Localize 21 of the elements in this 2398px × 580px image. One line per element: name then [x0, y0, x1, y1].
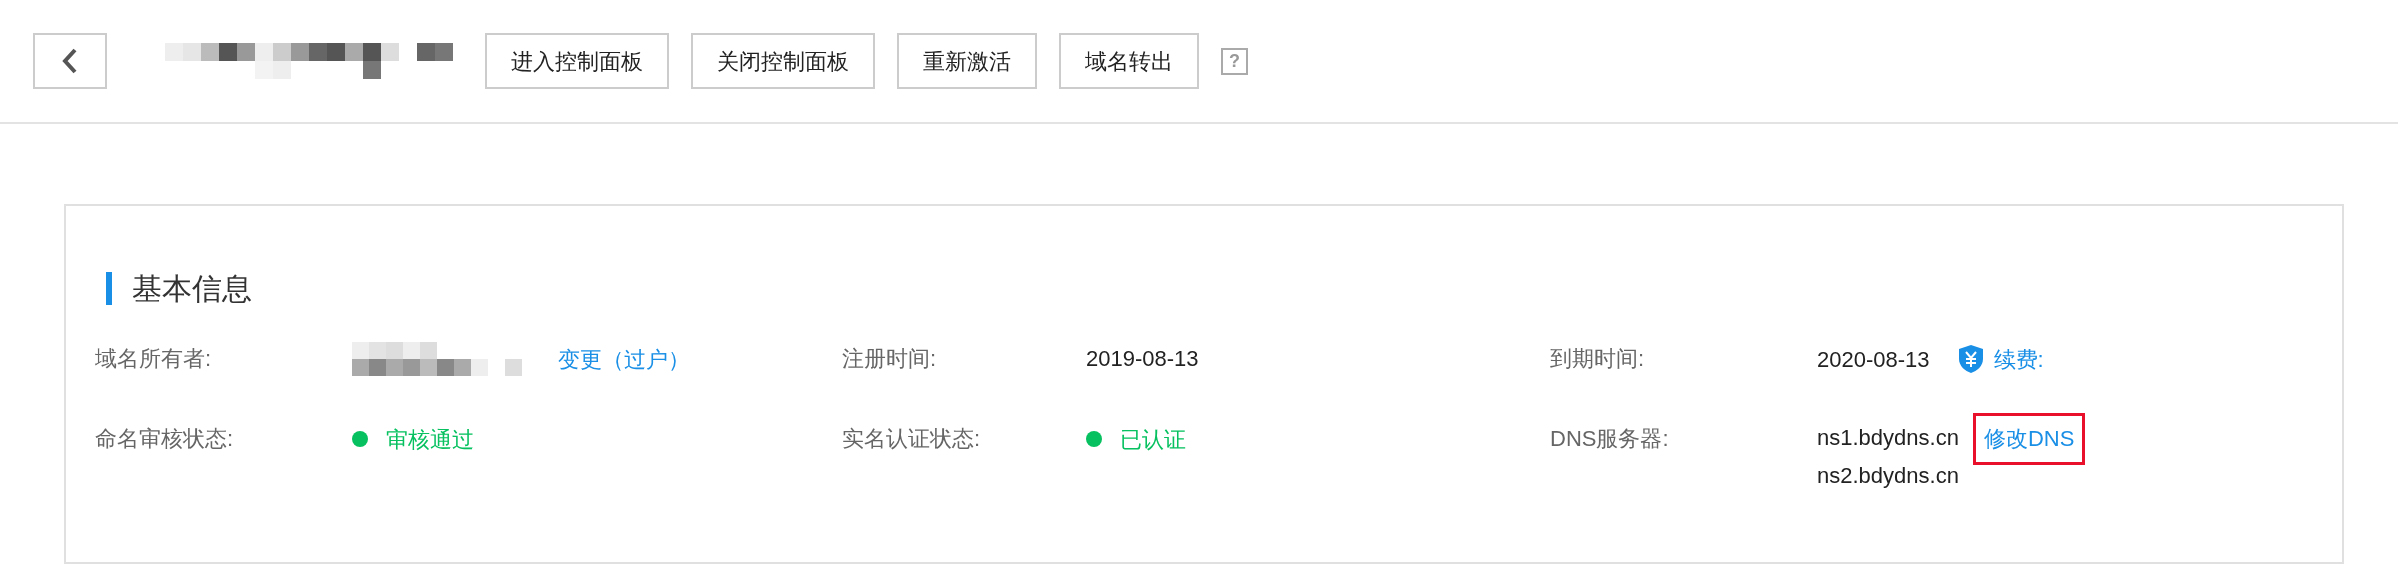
- toolbar-button[interactable]: 域名转出: [1059, 33, 1199, 89]
- back-button[interactable]: [33, 33, 107, 89]
- field-label: 注册时间:: [842, 346, 937, 371]
- status-text: 已认证: [1120, 425, 1186, 454]
- title-accent-bar: [106, 272, 112, 305]
- shield-yuan-icon: [1957, 344, 1984, 374]
- field-label: 命名审核状态:: [95, 426, 234, 451]
- field-label: 域名所有者:: [95, 346, 212, 371]
- toolbar-button[interactable]: 关闭控制面板: [691, 33, 875, 89]
- status-text: 审核通过: [386, 425, 474, 454]
- toolbar-button[interactable]: 重新激活: [897, 33, 1037, 89]
- section-title: 基本信息: [132, 271, 252, 307]
- field-label: DNS服务器:: [1550, 426, 1669, 451]
- field-value: 2020-08-13: [1817, 345, 1930, 374]
- dns-server: ns1.bdydns.cn: [1817, 424, 1959, 452]
- toolbar-button[interactable]: 进入控制面板: [485, 33, 669, 89]
- dns-server: ns2.bdydns.cn: [1817, 462, 1959, 490]
- chevron-left-icon: [62, 48, 78, 74]
- field-label: 实名认证状态:: [842, 426, 981, 451]
- field-value: 2019-08-13: [1086, 346, 1199, 371]
- field-label: 到期时间:: [1550, 346, 1645, 371]
